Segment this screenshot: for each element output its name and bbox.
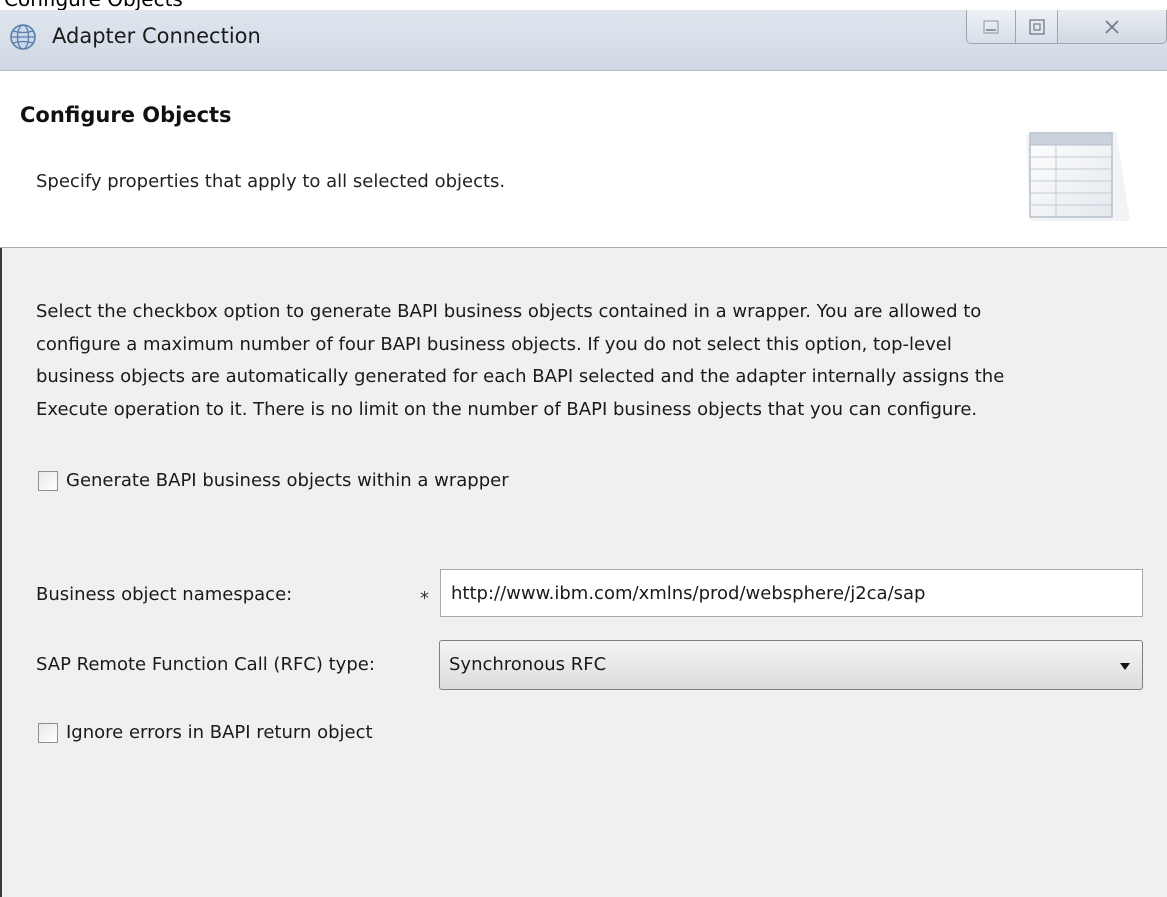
title-bar[interactable]: Adapter Connection (0, 10, 1167, 71)
window-controls (966, 10, 1167, 46)
wizard-header: Configure Objects Specify properties tha… (0, 71, 1167, 248)
required-marker: * (420, 588, 429, 609)
wrapper-checkbox-label[interactable]: Generate BAPI business objects within a … (66, 470, 509, 491)
window-title: Adapter Connection (52, 24, 261, 48)
maximize-icon (1028, 18, 1045, 35)
page-description: Specify properties that apply to all sel… (36, 171, 506, 192)
ignore-errors-checkbox[interactable] (38, 722, 58, 743)
chevron-down-icon (1120, 663, 1130, 670)
adapter-connection-window: Configure Objects Adapter Connection (0, 0, 1167, 897)
close-button[interactable] (1058, 10, 1167, 44)
rfc-type-selected: Synchronous RFC (449, 654, 607, 675)
globe-icon (10, 24, 36, 50)
instruction-line: Execute operation to it. There is no lim… (36, 398, 978, 420)
table-icon (1026, 131, 1130, 221)
wrapper-checkbox[interactable] (38, 470, 58, 491)
instruction-line: configure a maximum number of four BAPI … (36, 333, 952, 355)
namespace-label: Business object namespace: (36, 584, 293, 605)
page-title: Configure Objects (20, 103, 232, 127)
wizard-body: Select the checkbox option to generate B… (0, 248, 1167, 897)
instructions-text: Select the checkbox option to generate B… (36, 296, 1156, 426)
ignore-errors-checkbox-label[interactable]: Ignore errors in BAPI return object (66, 722, 373, 743)
close-icon (1105, 19, 1119, 34)
minimize-button[interactable] (966, 10, 1016, 44)
wrapper-checkbox-row[interactable]: Generate BAPI business objects within a … (38, 470, 509, 491)
ignore-errors-checkbox-row[interactable]: Ignore errors in BAPI return object (38, 722, 373, 743)
instruction-line: business objects are automatically gener… (36, 366, 1005, 387)
rfc-type-label: SAP Remote Function Call (RFC) type: (36, 654, 375, 675)
instruction-line: Select the checkbox option to generate B… (36, 301, 982, 322)
rfc-type-dropdown[interactable]: Synchronous RFC (439, 640, 1143, 690)
maximize-button[interactable] (1016, 10, 1058, 44)
minimize-icon (983, 20, 999, 33)
namespace-input[interactable] (440, 569, 1143, 617)
